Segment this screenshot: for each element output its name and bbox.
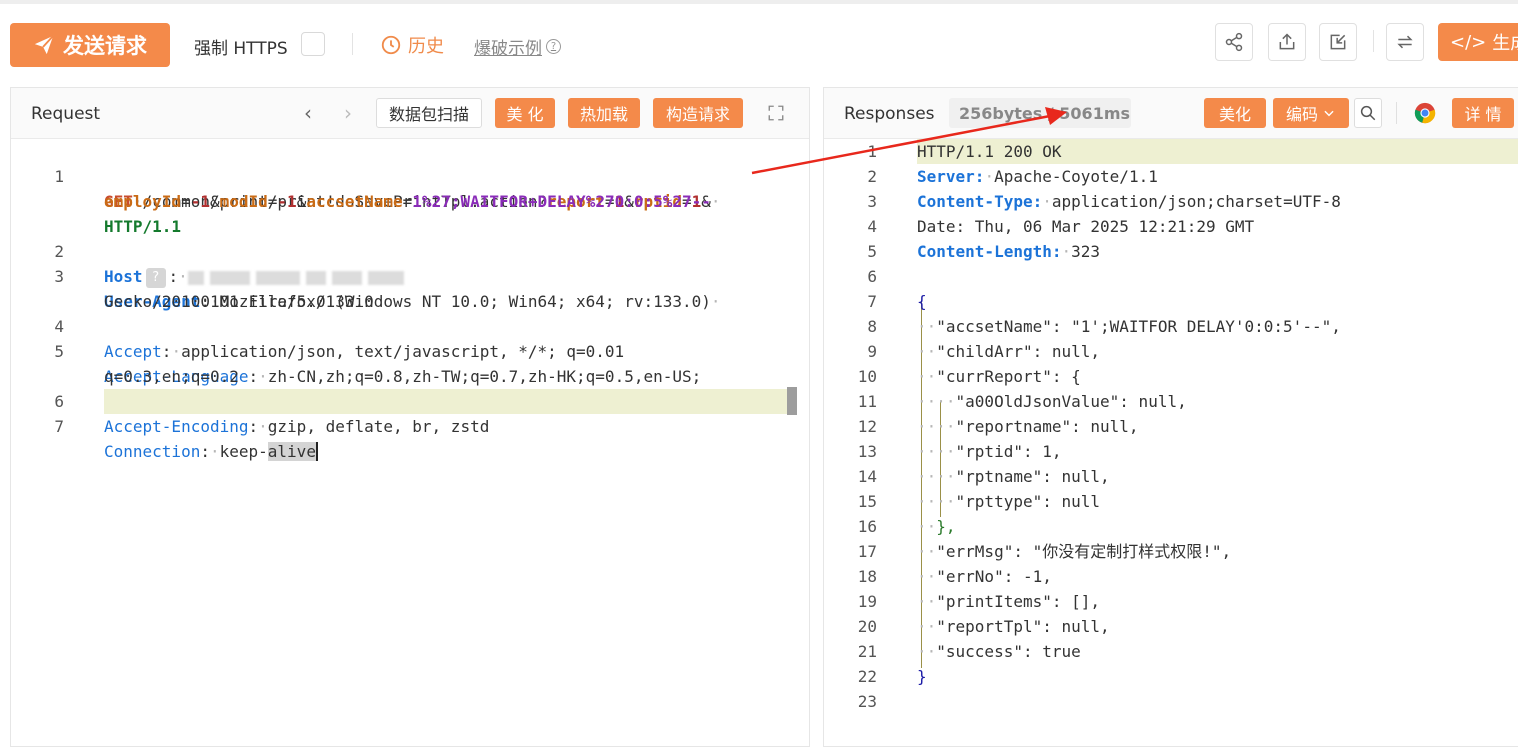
annotation-arrow (751, 107, 1067, 175)
